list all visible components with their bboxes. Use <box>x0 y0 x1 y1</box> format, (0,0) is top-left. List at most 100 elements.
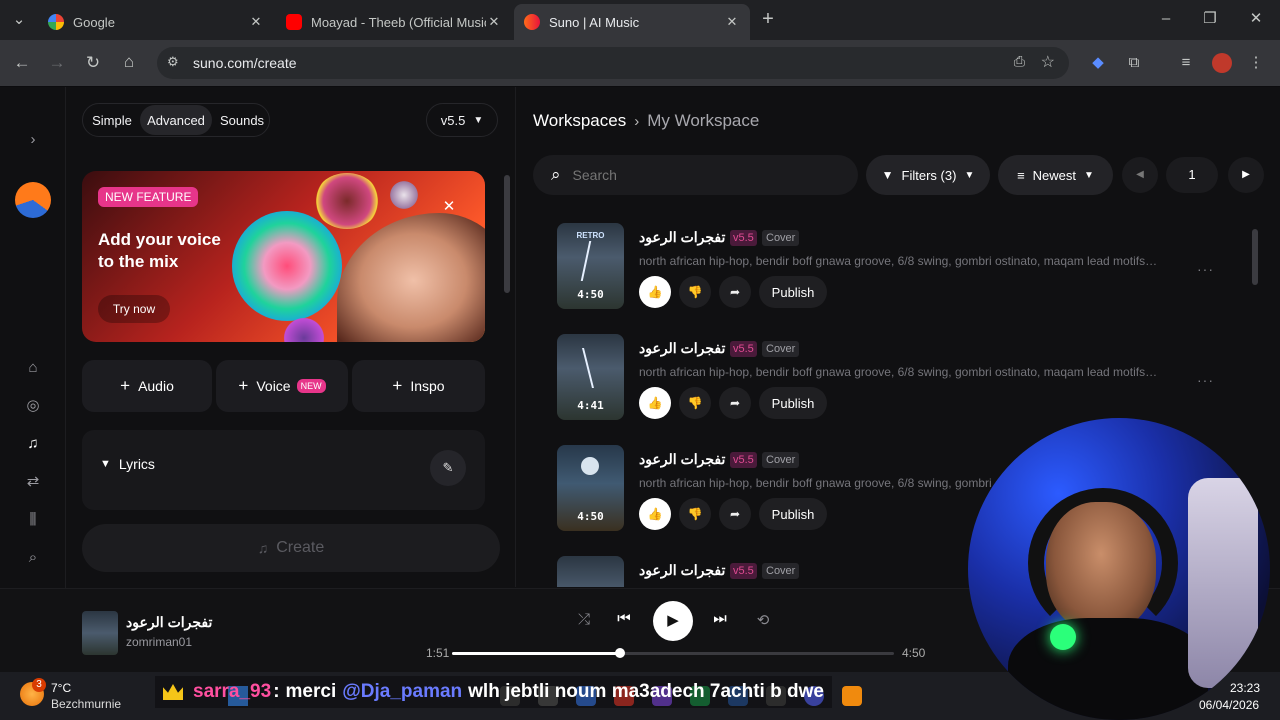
publish-button[interactable]: Publish <box>759 276 827 308</box>
search-box[interactable]: ⌕ <box>533 155 858 195</box>
tab-search-icon[interactable]: ⌄ <box>9 10 29 30</box>
back-icon[interactable]: ← <box>12 53 32 73</box>
shuffle-icon[interactable]: ⤮ <box>574 611 594 628</box>
song-title[interactable]: تفجرات الرعود <box>639 229 725 246</box>
studio-icon[interactable]: ⇄ <box>22 471 44 493</box>
play-button[interactable]: ▶ <box>653 601 693 641</box>
like-button[interactable]: 👍 <box>639 498 671 530</box>
close-icon[interactable]: ✕ <box>439 197 459 217</box>
more-options-icon[interactable]: ··· <box>1197 261 1214 277</box>
sort-icon: ≡ <box>1017 167 1025 183</box>
song-row[interactable]: RETRO 4:50 تفجرات الرعود v5.5 Cover nort… <box>557 223 1217 323</box>
close-icon[interactable]: ✕ <box>248 14 264 30</box>
sort-button[interactable]: ≡ Newest ▼ <box>998 155 1113 195</box>
create-music-icon[interactable]: ♫ <box>22 433 44 455</box>
tab-google[interactable]: Google ✕ <box>38 4 274 40</box>
previous-track-icon[interactable]: ⏮ <box>614 610 634 627</box>
dislike-button[interactable]: 👎 <box>679 387 711 419</box>
tab-youtube[interactable]: Moayad - Theeb (Official Music ✕ <box>276 4 512 40</box>
plus-icon: + <box>238 376 249 395</box>
song-cover-art[interactable]: 4:50 <box>557 445 624 531</box>
search-icon[interactable]: ⌕ <box>22 547 44 569</box>
repeat-icon[interactable]: ⟲ <box>753 611 773 629</box>
song-cover-art[interactable]: 4:41 <box>557 334 624 420</box>
lightning-graphic <box>580 241 592 281</box>
tab-suno[interactable]: Suno | AI Music ✕ <box>514 4 750 40</box>
vlc-icon[interactable] <box>842 686 862 706</box>
library-icon[interactable]: ⫼ <box>22 509 44 531</box>
song-title[interactable]: تفجرات الرعود <box>639 340 725 357</box>
restore-icon[interactable]: ❐ <box>1200 9 1220 29</box>
suno-icon <box>524 14 540 30</box>
song-cover-art[interactable] <box>557 556 624 587</box>
create-button[interactable]: ♫ Create <box>82 524 500 572</box>
new-tab-icon[interactable]: + <box>758 9 778 29</box>
user-avatar[interactable] <box>15 182 51 218</box>
browser-tabstrip: ⌄ Google ✕ Moayad - Theeb (Official Musi… <box>0 0 1280 40</box>
now-playing-artist[interactable]: zomriman01 <box>126 635 192 649</box>
address-bar[interactable]: ⚙ suno.com/create ⎙ ☆ <box>157 47 1069 79</box>
chrome-menu-icon[interactable]: ⋮ <box>1246 53 1266 73</box>
publish-button[interactable]: Publish <box>759 387 827 419</box>
version-select[interactable]: v5.5 ▼ <box>426 103 498 137</box>
mode-simple-tab[interactable]: Simple <box>86 105 138 135</box>
add-voice-button[interactable]: + Voice NEW <box>216 360 348 412</box>
breadcrumb-workspaces-link[interactable]: Workspaces <box>533 111 626 131</box>
add-audio-button[interactable]: + Audio <box>82 360 212 412</box>
media-controls-icon[interactable]: ≡ <box>1176 53 1196 73</box>
window-close-icon[interactable]: ✕ <box>1246 9 1266 29</box>
home-icon[interactable]: ⌂ <box>119 52 139 72</box>
new-feature-banner[interactable]: NEW FEATURE Add your voice to the mix Tr… <box>82 171 485 342</box>
filter-icon: ▼ <box>881 168 894 182</box>
explore-icon[interactable]: ◎ <box>22 395 44 417</box>
song-duration: 4:41 <box>577 399 604 412</box>
progress-track[interactable] <box>452 648 894 658</box>
lyrics-toggle[interactable]: ▼ Lyrics <box>100 456 155 472</box>
clock-date[interactable]: 06/04/2026 <box>1199 698 1259 712</box>
reload-icon[interactable]: ↻ <box>83 53 103 73</box>
try-now-button[interactable]: Try now <box>98 295 170 323</box>
song-title[interactable]: تفجرات الرعود <box>639 562 725 579</box>
prev-page-button[interactable]: ◀ <box>1122 157 1158 193</box>
progress-handle[interactable] <box>614 648 625 658</box>
now-playing-title[interactable]: تفجرات الرعود <box>126 614 212 631</box>
share-button[interactable]: ➦ <box>719 276 751 308</box>
forward-icon[interactable]: → <box>47 53 67 73</box>
site-info-icon[interactable]: ⚙ <box>167 54 179 70</box>
song-cover-art[interactable]: RETRO 4:50 <box>557 223 624 309</box>
close-icon[interactable]: ✕ <box>486 14 502 30</box>
close-icon[interactable]: ✕ <box>724 14 740 30</box>
home-icon[interactable]: ⌂ <box>22 357 44 379</box>
filters-button[interactable]: ▼ Filters (3) ▼ <box>866 155 990 195</box>
publish-button[interactable]: Publish <box>759 498 827 530</box>
panel-scrollbar[interactable] <box>504 175 510 293</box>
song-title[interactable]: تفجرات الرعود <box>639 451 725 468</box>
tab-title: Suno | AI Music <box>549 14 640 30</box>
extension-shield-icon[interactable]: ◆ <box>1088 53 1108 73</box>
profile-avatar[interactable] <box>1212 53 1232 73</box>
now-playing-cover[interactable] <box>82 611 118 655</box>
streamer-face <box>1046 502 1156 632</box>
dislike-button[interactable]: 👎 <box>679 498 711 530</box>
promo-headline: Add your voice to the mix <box>98 229 221 273</box>
install-app-icon[interactable]: ⎙ <box>1014 53 1025 70</box>
minimize-icon[interactable]: – <box>1156 9 1176 29</box>
add-inspo-button[interactable]: + Inspo <box>352 360 485 412</box>
share-button[interactable]: ➦ <box>719 498 751 530</box>
like-button[interactable]: 👍 <box>639 387 671 419</box>
dislike-button[interactable]: 👎 <box>679 276 711 308</box>
mode-advanced-tab[interactable]: Advanced <box>140 105 212 135</box>
chevron-down-icon: ▼ <box>100 458 111 470</box>
expand-chevron-icon[interactable]: › <box>22 129 44 151</box>
like-button[interactable]: 👍 <box>639 276 671 308</box>
search-input[interactable] <box>572 167 823 183</box>
list-scrollbar[interactable] <box>1252 229 1258 285</box>
bookmark-star-icon[interactable]: ☆ <box>1041 52 1055 72</box>
extensions-icon[interactable]: ⧉ <box>1124 53 1144 73</box>
next-page-button[interactable]: ▶ <box>1228 157 1264 193</box>
magic-wand-icon[interactable]: ✎ <box>430 450 466 486</box>
share-button[interactable]: ➦ <box>719 387 751 419</box>
mode-sounds-tab[interactable]: Sounds <box>214 105 270 135</box>
more-options-icon[interactable]: ··· <box>1197 372 1214 388</box>
next-track-icon[interactable]: ⏭ <box>710 610 730 627</box>
